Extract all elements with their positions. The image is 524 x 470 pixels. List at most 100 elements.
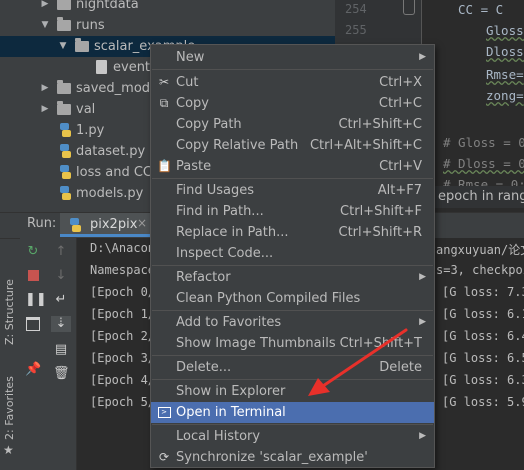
console-line-tail: angxuyuan/论文 xyxy=(436,243,524,257)
print-icon[interactable]: ▤ xyxy=(53,342,69,358)
menu-item-label: Copy Relative Path xyxy=(176,138,299,153)
chevron-right-icon[interactable]: ▶ xyxy=(40,78,50,99)
console-line: D:\Anacon xyxy=(90,241,156,255)
arrow-down-icon[interactable]: ↓ xyxy=(53,268,69,284)
tree-item-runs[interactable]: ▼ runs xyxy=(0,15,335,36)
file-icon xyxy=(96,60,107,74)
menu-item-shortcut: Alt+F7 xyxy=(377,183,422,198)
menu-item-label: Local History xyxy=(176,429,261,444)
menu-item-label: Show in Explorer xyxy=(176,384,286,399)
layout-icon[interactable] xyxy=(25,316,41,332)
console-toolbar: ↑ ↓ ↵ ⇣ ▤ 🗑 xyxy=(46,238,77,470)
tree-item-label: val xyxy=(76,102,96,117)
arrow-up-icon[interactable]: ↑ xyxy=(53,244,69,260)
menu-item-shortcut: Ctrl+Shift+F xyxy=(340,204,422,219)
soft-wrap-icon[interactable]: ↵ xyxy=(53,292,69,308)
close-icon[interactable]: × xyxy=(137,216,147,230)
menu-item-open-in-terminal[interactable]: > Open in Terminal xyxy=(151,402,434,423)
chevron-down-icon[interactable]: ▼ xyxy=(58,36,68,57)
run-tab-label: pix2pix xyxy=(90,217,138,232)
menu-separator xyxy=(152,265,433,266)
python-file-icon xyxy=(69,218,81,232)
menu-item-paste[interactable]: 📋 Paste Ctrl+V xyxy=(151,156,434,177)
code-line: # Gloss = 0 xyxy=(443,135,524,150)
folder-icon xyxy=(57,0,71,10)
menu-item-shortcut: Ctrl+X xyxy=(379,75,422,90)
submenu-arrow-icon: ▶ xyxy=(419,52,426,62)
trash-icon[interactable]: 🗑 xyxy=(53,366,70,382)
console-line-tail: s=3, checkpoi xyxy=(436,263,524,277)
sync-icon: ⟳ xyxy=(158,450,170,464)
scissors-icon: ✂ xyxy=(158,75,170,89)
menu-item-copy[interactable]: ⧉ Copy Ctrl+C xyxy=(151,93,434,114)
python-file-icon xyxy=(59,165,71,179)
context-menu: New ▶ ✂ Cut Ctrl+X ⧉ Copy Ctrl+C Copy Pa… xyxy=(150,44,435,468)
menu-item-shortcut: Ctrl+C xyxy=(378,96,422,111)
menu-item-label: Copy Path xyxy=(176,117,242,132)
code-line: CC = C xyxy=(458,2,504,17)
chevron-down-icon[interactable]: ▼ xyxy=(40,15,50,36)
pin-icon[interactable]: 📌 xyxy=(25,362,41,378)
console-line: [Epoch 2/ xyxy=(90,329,156,343)
chevron-right-icon[interactable]: ▶ xyxy=(40,99,50,120)
folder-icon xyxy=(57,80,71,94)
code-line: Rmse= xyxy=(486,67,524,82)
favorites-tool-tab[interactable]: 2: Favorites xyxy=(3,376,16,440)
tree-item-nightdata[interactable]: ▶ nightdata xyxy=(0,0,335,15)
submenu-arrow-icon: ▶ xyxy=(419,272,426,282)
console-line: [Epoch 1/ xyxy=(90,307,156,321)
line-number: 254 xyxy=(345,2,367,16)
menu-item-clean-compiled[interactable]: Clean Python Compiled Files xyxy=(151,288,434,309)
menu-item-shortcut: Ctrl+V xyxy=(379,159,422,174)
python-file-icon xyxy=(59,186,71,200)
scroll-to-end-icon[interactable]: ⇣ xyxy=(51,316,71,332)
menu-item-label: Add to Favorites xyxy=(176,315,282,330)
run-label: Run: xyxy=(27,216,57,231)
menu-item-label: New xyxy=(176,50,205,65)
tree-item-label: 1.py xyxy=(76,123,105,138)
console-line-tail: [G loss: 7.3 xyxy=(442,285,524,299)
menu-separator xyxy=(152,424,433,425)
menu-item-find-usages[interactable]: Find Usages Alt+F7 xyxy=(151,180,434,201)
structure-tool-tab[interactable]: Z: Structure xyxy=(3,279,16,345)
menu-item-cut[interactable]: ✂ Cut Ctrl+X xyxy=(151,72,434,93)
breadcrumb[interactable]: epoch in range xyxy=(421,186,524,208)
rerun-icon[interactable]: ↻ xyxy=(25,244,41,260)
code-line: Gloss= xyxy=(486,23,524,38)
tree-item-label: dataset.py xyxy=(76,144,146,159)
pause-icon[interactable]: ❚❚ xyxy=(25,292,47,308)
line-number: 255 xyxy=(345,23,367,37)
chevron-right-icon[interactable]: ▶ xyxy=(40,0,50,15)
console-line: [Epoch 3/ xyxy=(90,351,156,365)
menu-item-find-in-path[interactable]: Find in Path... Ctrl+Shift+F xyxy=(151,201,434,222)
annotation-arrow-icon xyxy=(308,328,408,396)
menu-item-label: Cut xyxy=(176,75,199,90)
submenu-arrow-icon: ▶ xyxy=(419,317,426,327)
menu-item-local-history[interactable]: Local History ▶ xyxy=(151,426,434,447)
menu-item-copy-relative-path[interactable]: Copy Relative Path Ctrl+Alt+Shift+C xyxy=(151,135,434,156)
tree-item-label: saved_model xyxy=(76,81,162,96)
menu-item-new[interactable]: New ▶ xyxy=(151,47,434,68)
menu-item-synchronize[interactable]: ⟳ Synchronize 'scalar_example' xyxy=(151,447,434,468)
folder-icon xyxy=(57,101,71,115)
console-line-tail: [G loss: 6.1 xyxy=(442,307,524,321)
menu-item-replace-in-path[interactable]: Replace in Path... Ctrl+Shift+R xyxy=(151,222,434,243)
menu-item-inspect-code[interactable]: Inspect Code... xyxy=(151,243,434,264)
menu-item-label: Replace in Path... xyxy=(176,225,289,240)
fold-marker-icon[interactable] xyxy=(403,0,415,15)
code-line: # Dloss = 0 xyxy=(443,156,524,171)
menu-separator xyxy=(152,69,433,70)
submenu-arrow-icon: ▶ xyxy=(419,431,426,441)
menu-item-label: Inspect Code... xyxy=(176,246,274,261)
tree-item-label: runs xyxy=(76,18,105,33)
run-toolbar: ↻ ❚❚ 📌 xyxy=(20,238,47,470)
console-line: [Epoch 4/ xyxy=(90,373,156,387)
menu-separator xyxy=(152,178,433,179)
folder-icon xyxy=(57,17,71,31)
tree-item-label: nightdata xyxy=(76,0,139,12)
clipboard-icon: 📋 xyxy=(157,159,172,173)
menu-item-label: Open in Terminal xyxy=(176,405,286,420)
stop-icon[interactable] xyxy=(25,268,41,284)
menu-item-copy-path[interactable]: Copy Path Ctrl+Shift+C xyxy=(151,114,434,135)
menu-item-refactor[interactable]: Refactor ▶ xyxy=(151,267,434,288)
